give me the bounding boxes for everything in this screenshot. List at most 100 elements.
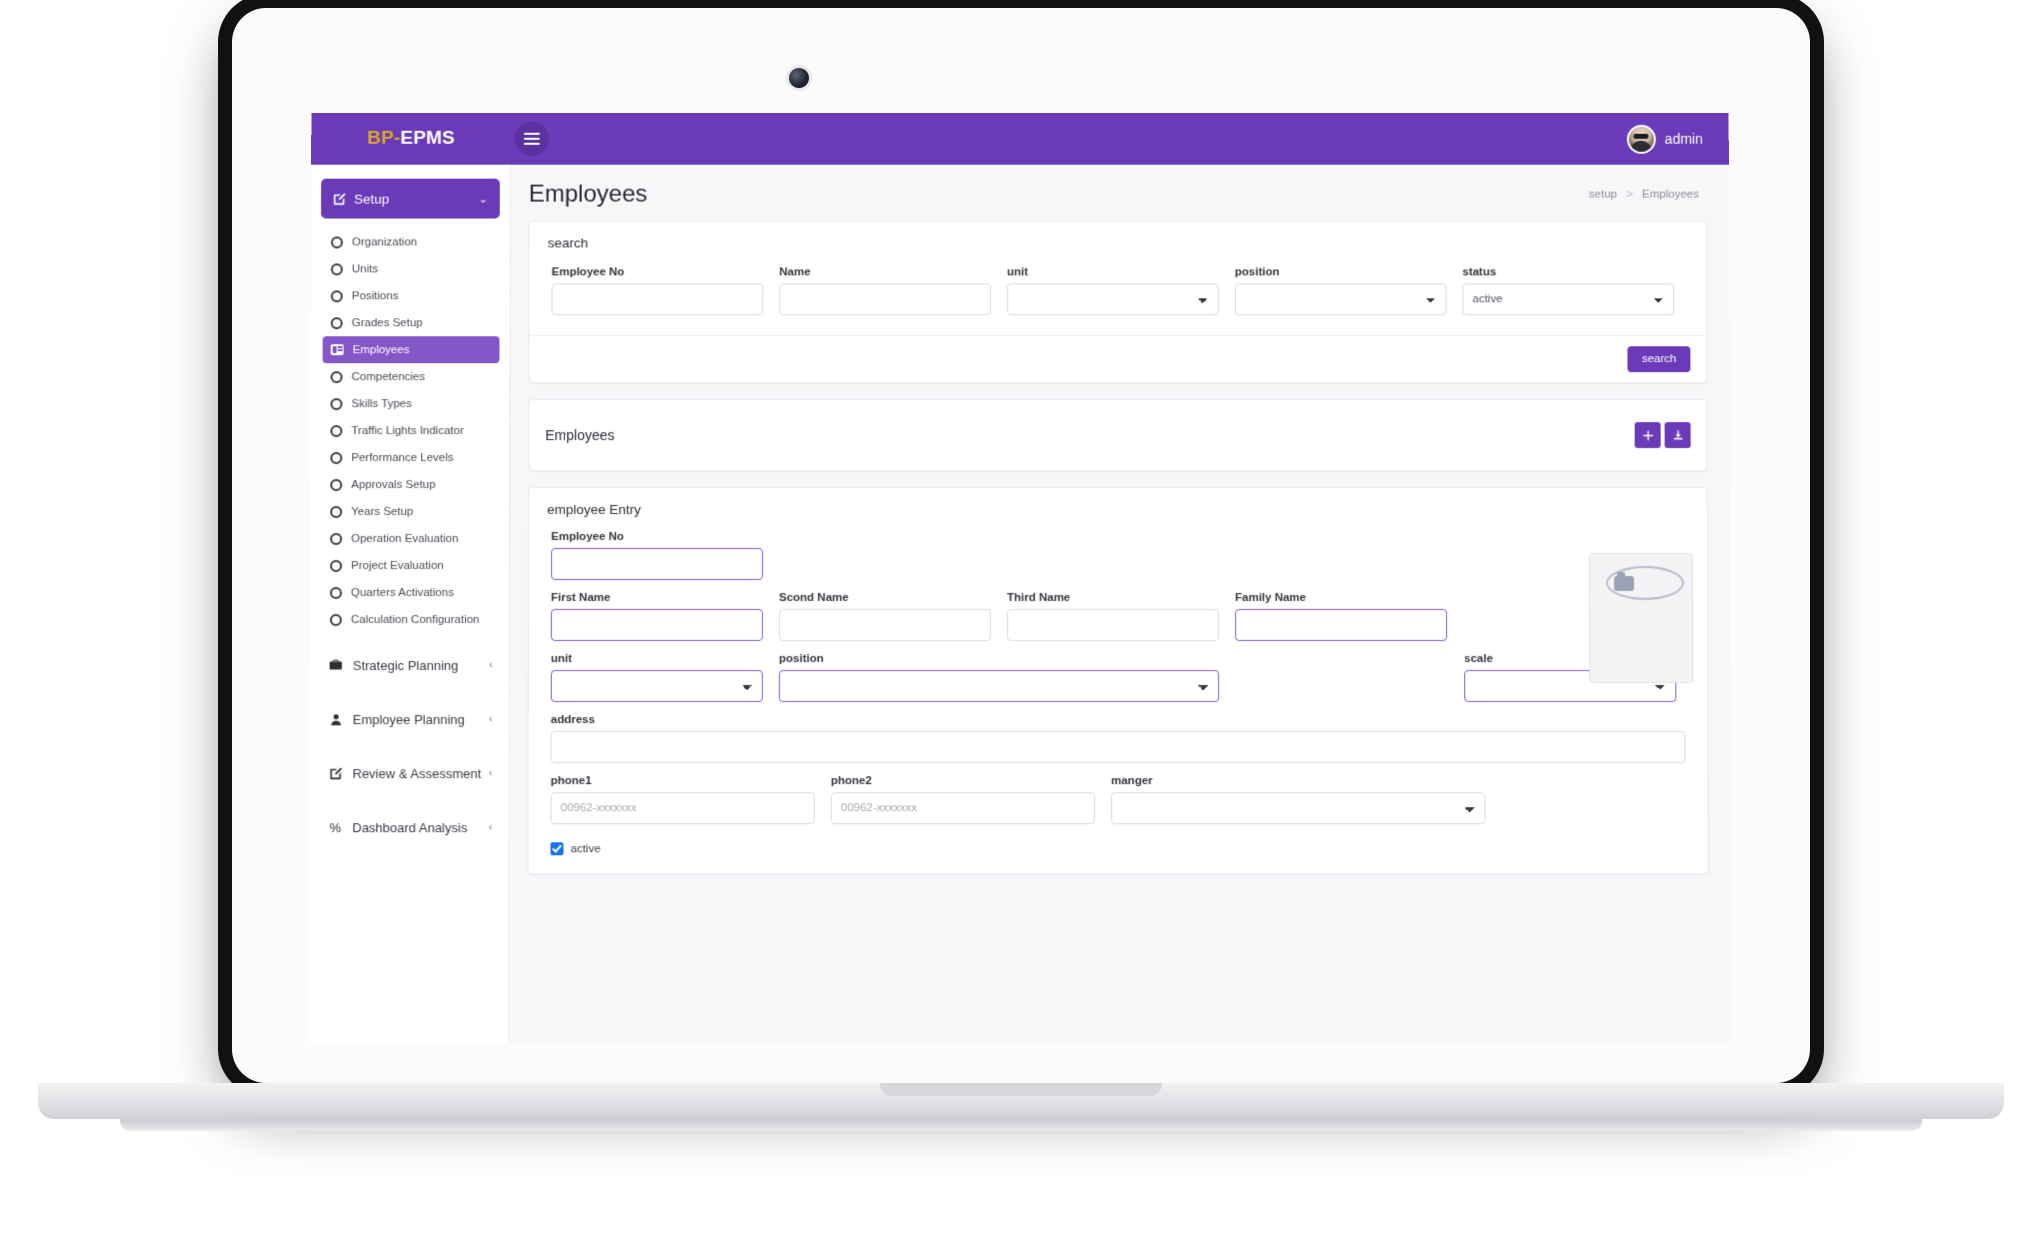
percent-icon: % <box>329 819 342 835</box>
sidebar-item-approvals-setup[interactable]: Approvals Setup <box>322 471 499 498</box>
laptop-mockup: BP-EPMS admin Setup ⌄ Organization Units… <box>0 0 2042 1242</box>
search-position-select[interactable] <box>1234 283 1447 316</box>
app-logo[interactable]: BP-EPMS <box>311 128 511 150</box>
chevron-left-icon: ‹ <box>488 821 493 834</box>
sidebar-group-label: Review & Assessment <box>352 765 482 781</box>
entry-position-select[interactable] <box>778 670 1220 703</box>
menu-toggle-button[interactable] <box>514 121 549 156</box>
circle-icon <box>330 505 343 518</box>
sidebar-group-review-assessment[interactable]: Review & Assessment ‹ <box>319 751 498 795</box>
manager-select[interactable] <box>1111 792 1486 825</box>
field-third-name: Third Name <box>999 586 1227 647</box>
circle-icon <box>330 289 343 302</box>
sidebar-item-traffic-lights-indicator[interactable]: Traffic Lights Indicator <box>322 417 499 444</box>
sidebar-item-years-setup[interactable]: Years Setup <box>322 498 499 525</box>
sidebar-item-label: Grades Setup <box>351 316 423 329</box>
sidebar-item-operation-evaluation[interactable]: Operation Evaluation <box>322 525 499 552</box>
search-card-footer: search <box>529 335 1707 383</box>
circle-icon <box>330 478 343 491</box>
sidebar-item-quarters-activations[interactable]: Quarters Activations <box>322 579 499 606</box>
sidebar-item-calculation-configuration[interactable]: Calculation Configuration <box>322 606 499 633</box>
chevron-down-icon: ⌄ <box>478 193 488 206</box>
employee-photo-placeholder[interactable] <box>1588 553 1694 684</box>
sidebar-item-employees[interactable]: Employees <box>322 336 500 364</box>
sidebar-item-skills-types[interactable]: Skills Types <box>322 390 499 417</box>
label-second-name: Scond Name <box>778 592 849 605</box>
sidebar: Setup ⌄ Organization Units Positions Gra… <box>308 164 511 1043</box>
top-navbar: BP-EPMS admin <box>311 112 1729 165</box>
sidebar-item-grades-setup[interactable]: Grades Setup <box>323 309 500 336</box>
address-input[interactable] <box>550 731 1686 764</box>
sidebar-group-employee-planning[interactable]: Employee Planning ‹ <box>320 697 499 741</box>
search-unit-select[interactable] <box>1007 283 1219 316</box>
breadcrumb: setup > Employees <box>1589 189 1699 201</box>
sidebar-item-performance-levels[interactable]: Performance Levels <box>322 444 499 471</box>
edit-icon <box>333 192 346 205</box>
logo-text-bp: BP <box>367 127 394 149</box>
second-name-input[interactable] <box>778 609 991 642</box>
sidebar-item-label: Units <box>351 262 379 275</box>
sidebar-group-setup[interactable]: Setup ⌄ <box>321 178 500 219</box>
webcam-icon <box>789 68 809 88</box>
broken-image-icon <box>1613 576 1635 591</box>
sidebar-item-label: Performance Levels <box>351 451 454 464</box>
search-employee-no-input[interactable] <box>551 283 764 316</box>
label-search-employee-no: Employee No <box>551 266 625 279</box>
label-entry-position: position <box>778 653 824 666</box>
entry-employee-no-input[interactable] <box>550 548 764 580</box>
sidebar-item-units[interactable]: Units <box>323 255 500 282</box>
page-title: Employees <box>528 180 648 208</box>
label-search-unit: unit <box>1007 266 1029 279</box>
circle-icon <box>330 235 343 248</box>
phone1-input[interactable] <box>550 792 815 825</box>
entry-unit-select[interactable] <box>550 670 763 703</box>
export-employees-button[interactable] <box>1664 422 1691 449</box>
sidebar-item-label: Skills Types <box>351 397 412 410</box>
sidebar-group-label: Dashboard Analysis <box>352 819 468 835</box>
breadcrumb-separator-icon: > <box>1626 188 1633 201</box>
field-entry-position: position <box>771 647 1227 708</box>
field-entry-employee-no: Employee No <box>543 525 771 586</box>
label-family-name: Family Name <box>1235 592 1306 605</box>
search-status-select[interactable]: active <box>1462 283 1675 316</box>
third-name-input[interactable] <box>1006 609 1220 642</box>
sidebar-item-positions[interactable]: Positions <box>323 282 500 309</box>
sidebar-item-label: Employees <box>352 343 410 356</box>
search-name-input[interactable] <box>779 283 992 316</box>
label-first-name: First Name <box>550 592 611 605</box>
label-entry-unit: unit <box>550 653 572 666</box>
entry-row-employee-no: Employee No <box>543 525 1693 586</box>
search-form: Employee No Name unit position status ac… <box>529 252 1706 335</box>
sidebar-group-strategic-planning[interactable]: Strategic Planning ‹ <box>320 643 499 687</box>
circle-icon <box>330 559 343 572</box>
logo-text-epms: EPMS <box>400 127 456 149</box>
sidebar-item-competencies[interactable]: Competencies <box>323 363 500 390</box>
briefcase-icon <box>326 658 346 672</box>
photo-oval-frame <box>1605 566 1685 601</box>
page-header: Employees setup > Employees <box>510 164 1729 221</box>
add-employee-button[interactable] <box>1634 422 1661 449</box>
sidebar-item-organization[interactable]: Organization <box>323 229 500 256</box>
label-search-status: status <box>1462 266 1497 279</box>
phone2-input[interactable] <box>830 792 1096 825</box>
sidebar-item-label: Organization <box>351 235 418 248</box>
label-search-name: Name <box>779 266 811 279</box>
entry-row-address: address <box>543 708 1694 769</box>
search-button[interactable]: search <box>1627 346 1691 373</box>
employee-entry-form: Employee No First Name Scond Name Third … <box>528 519 1707 873</box>
sidebar-item-project-evaluation[interactable]: Project Evaluation <box>322 552 499 579</box>
entry-row-contact: phone1 phone2 manger <box>543 769 1694 830</box>
field-address: address <box>543 708 1694 769</box>
circle-icon <box>330 370 343 383</box>
sidebar-item-label: Approvals Setup <box>351 478 436 491</box>
circle-icon <box>329 613 342 626</box>
first-name-input[interactable] <box>550 609 763 642</box>
active-checkbox[interactable] <box>550 842 564 856</box>
family-name-input[interactable] <box>1235 609 1448 642</box>
id-card-icon <box>330 344 344 356</box>
user-menu[interactable]: admin <box>1626 124 1729 154</box>
breadcrumb-parent[interactable]: setup <box>1589 189 1617 201</box>
sidebar-group-label: Strategic Planning <box>352 657 459 673</box>
sidebar-item-label: Positions <box>351 289 399 302</box>
sidebar-group-dashboard-analysis[interactable]: % Dashboard Analysis ‹ <box>319 805 498 849</box>
